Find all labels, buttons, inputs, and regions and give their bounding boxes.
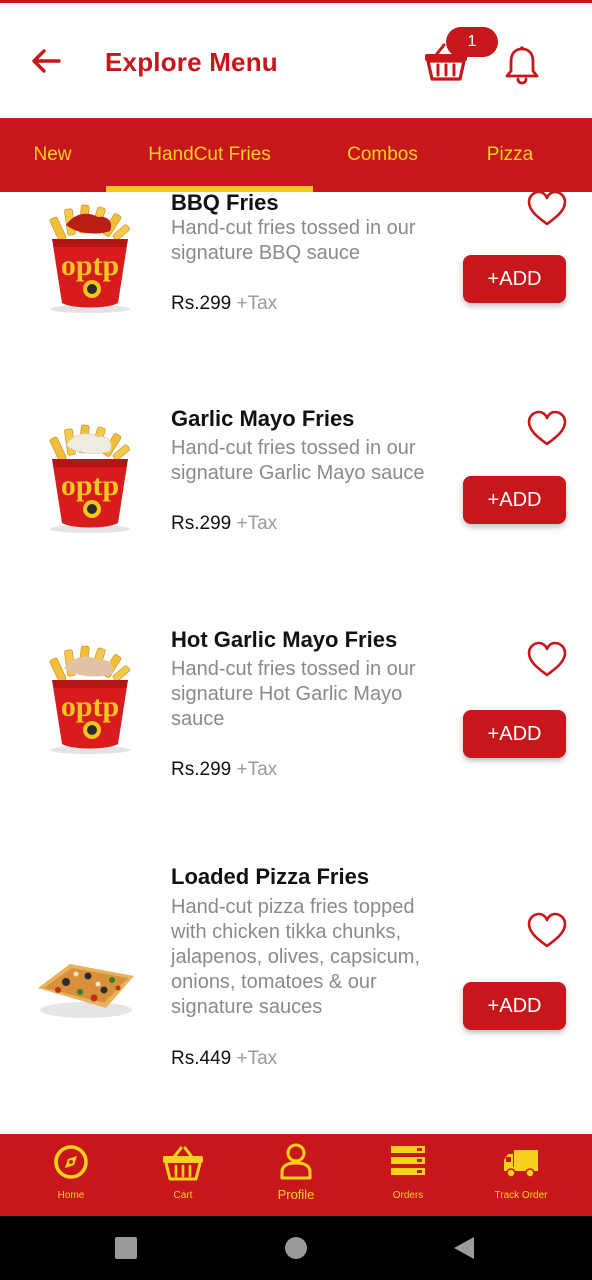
tab-new[interactable]: New: [10, 118, 95, 192]
bottom-navigation: Home Cart Profile Orders Track Order: [0, 1134, 592, 1216]
item-name: Hot Garlic Mayo Fries: [171, 627, 398, 652]
price-value: Rs.449: [171, 1048, 232, 1069]
price-value: Rs.299: [171, 293, 232, 314]
notifications-button[interactable]: [504, 45, 540, 85]
orders-icon: [391, 1146, 425, 1175]
recent-apps-button[interactable]: [114, 1236, 138, 1260]
svg-text:optp: optp: [61, 690, 119, 723]
back-button[interactable]: [28, 43, 64, 79]
loaded-pizza-fries-image: [38, 964, 134, 1018]
user-icon: [280, 1143, 312, 1180]
menu-item-list[interactable]: optp BBQ Fries Hand-cut fries tossed in …: [0, 192, 592, 1134]
tax-label: +Tax: [236, 1048, 278, 1069]
heart-icon: [527, 410, 567, 446]
page-title: Explore Menu: [105, 47, 278, 77]
add-to-cart-button[interactable]: +ADD: [463, 255, 566, 303]
tab-combos[interactable]: Combos: [330, 118, 435, 192]
nav-home[interactable]: Home: [21, 1134, 121, 1216]
item-description: Hand-cut pizza fries topped with chicken…: [171, 896, 421, 1018]
square-icon: [115, 1237, 137, 1259]
favorite-button[interactable]: [526, 641, 568, 679]
nav-label: Track Order: [494, 1190, 548, 1201]
list-item: optp Garlic Mayo Fries Hand-cut fries to…: [0, 382, 592, 602]
list-item: optp BBQ Fries Hand-cut fries tossed in …: [0, 192, 592, 362]
item-name: BBQ Fries: [171, 192, 279, 215]
item-description: Hand-cut fries tossed in our signature G…: [171, 437, 425, 484]
tab-handcut-fries[interactable]: HandCut Fries: [106, 118, 313, 192]
truck-icon: [504, 1150, 538, 1178]
nav-cart[interactable]: Cart: [133, 1134, 233, 1216]
item-price: Rs.299 +Tax: [171, 513, 277, 535]
nav-track-order[interactable]: Track Order: [471, 1134, 571, 1216]
favorite-button[interactable]: [526, 410, 568, 448]
heart-icon: [527, 912, 567, 948]
item-description: Hand-cut fries tossed in our signature H…: [171, 658, 416, 730]
system-navigation-bar: [0, 1216, 592, 1280]
item-price: Rs.299 +Tax: [171, 759, 277, 781]
nav-label: Cart: [173, 1190, 193, 1201]
heart-icon: [527, 641, 567, 677]
cart-count-badge: 1: [446, 27, 498, 57]
svg-text:optp: optp: [61, 249, 119, 282]
category-tabs: New HandCut Fries Combos Pizza: [0, 118, 592, 192]
nav-profile[interactable]: Profile: [246, 1134, 346, 1216]
circle-icon: [285, 1237, 307, 1259]
item-name: Loaded Pizza Fries: [171, 864, 370, 889]
item-price: Rs.299 +Tax: [171, 293, 277, 315]
nav-label: Home: [57, 1190, 85, 1201]
favorite-button[interactable]: [526, 912, 568, 950]
bbq-fries-image: optp: [49, 204, 130, 313]
item-description: Hand-cut fries tossed in our signature B…: [171, 217, 416, 264]
list-item: optp Hot Garlic Mayo Fries Hand-cut frie…: [0, 603, 592, 833]
favorite-button[interactable]: [526, 192, 568, 228]
tax-label: +Tax: [236, 293, 278, 314]
add-to-cart-button[interactable]: +ADD: [463, 982, 566, 1030]
active-tab-indicator: [106, 186, 313, 192]
nav-orders[interactable]: Orders: [358, 1134, 458, 1216]
list-item: Loaded Pizza Fries Hand-cut pizza fries …: [0, 848, 592, 1134]
add-to-cart-button[interactable]: +ADD: [463, 710, 566, 758]
app-header: Explore Menu 1: [0, 3, 592, 118]
price-value: Rs.299: [171, 513, 232, 534]
basket-icon: [163, 1146, 203, 1181]
add-to-cart-button[interactable]: +ADD: [463, 476, 566, 524]
hot-garlic-mayo-fries-image: optp: [49, 645, 130, 754]
triangle-back-icon: [454, 1237, 474, 1259]
tax-label: +Tax: [236, 759, 278, 780]
item-price: Rs.449 +Tax: [171, 1048, 277, 1070]
bell-icon: [505, 46, 539, 85]
nav-label: Profile: [277, 1187, 315, 1202]
home-button[interactable]: [284, 1236, 308, 1260]
item-name: Garlic Mayo Fries: [171, 406, 355, 431]
compass-icon: [54, 1145, 88, 1179]
price-value: Rs.299: [171, 759, 232, 780]
heart-icon: [527, 192, 567, 226]
garlic-mayo-fries-image: optp: [49, 424, 130, 533]
nav-label: Orders: [392, 1190, 424, 1201]
tax-label: +Tax: [236, 513, 278, 534]
tab-pizza[interactable]: Pizza: [470, 118, 550, 192]
back-system-button[interactable]: [452, 1236, 476, 1260]
svg-text:optp: optp: [61, 469, 119, 502]
arrow-left-icon: [32, 49, 61, 73]
